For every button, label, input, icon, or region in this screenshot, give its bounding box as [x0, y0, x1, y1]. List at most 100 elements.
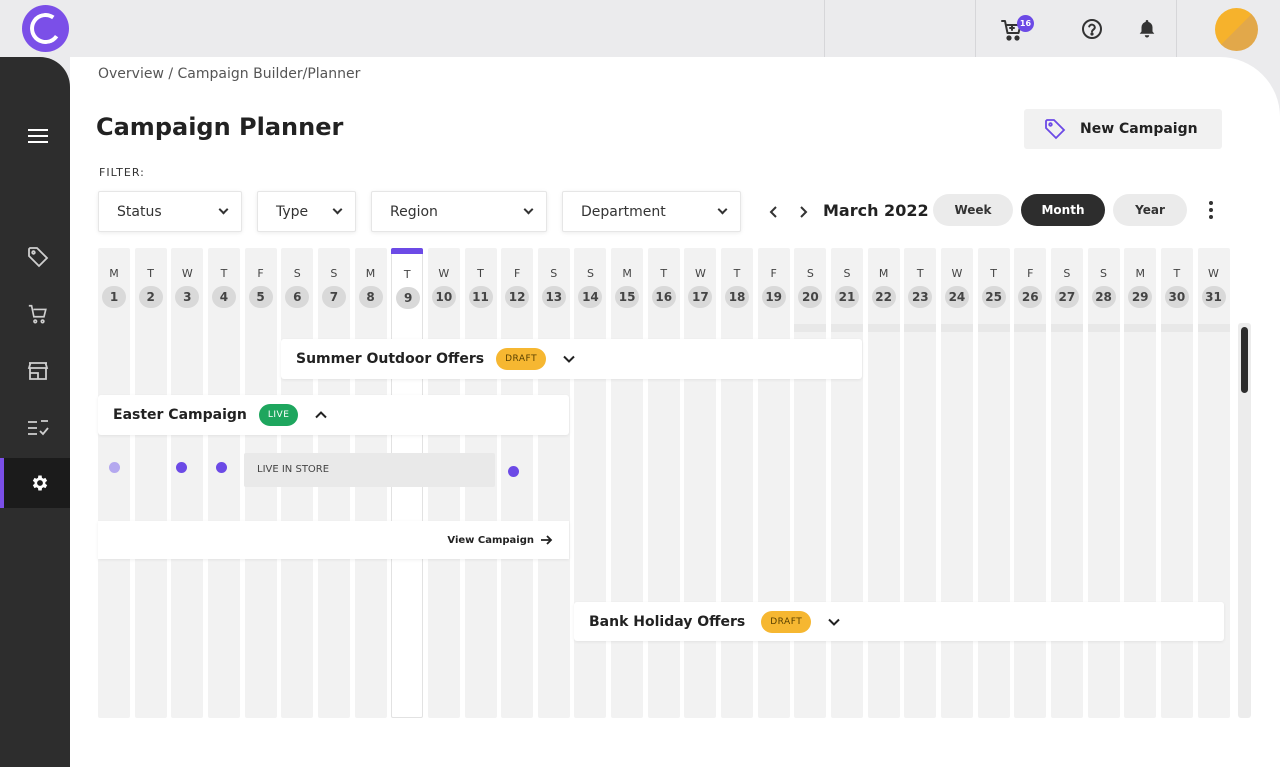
day-number: 2	[138, 286, 163, 308]
day-column[interactable]: T 30	[1160, 248, 1193, 718]
sidebar-item-store-icon[interactable]	[0, 346, 75, 396]
day-number: 17	[688, 286, 713, 308]
easter-campaign-footer: View Campaign	[98, 521, 569, 559]
sidebar-item-settings-gear-icon[interactable]	[0, 458, 75, 508]
day-column[interactable]: M 29	[1124, 248, 1157, 718]
day-number: 21	[835, 286, 859, 308]
department-filter-dropdown[interactable]: Department	[562, 191, 741, 232]
day-of-week-label: S	[1100, 267, 1108, 280]
campaign-easter[interactable]: Easter Campaign LIVE	[98, 395, 569, 435]
sidebar-item-cart-icon[interactable]	[0, 289, 75, 339]
day-column[interactable]: S 21	[831, 248, 863, 718]
day-of-week-label: F	[1027, 267, 1034, 280]
day-of-week-label: S	[586, 267, 594, 280]
day-number: 29	[1128, 286, 1153, 308]
day-of-week-label: M	[878, 267, 889, 280]
campaign-title: Bank Holiday Offers	[589, 613, 746, 630]
event-dot[interactable]	[176, 462, 187, 473]
divider	[1176, 0, 1177, 57]
event-dot[interactable]	[216, 462, 227, 473]
day-column[interactable]: S 27	[1050, 248, 1083, 718]
day-of-week-label: S	[550, 267, 558, 280]
menu-hamburger-icon[interactable]	[0, 111, 75, 161]
more-options-kebab-icon[interactable]	[1205, 200, 1217, 220]
day-separator	[867, 324, 900, 332]
calendar-scrollbar[interactable]	[1238, 323, 1251, 718]
previous-month-chevron-left-icon[interactable]	[769, 203, 779, 218]
day-of-week-label: W	[951, 267, 963, 280]
live-in-store-event-bar[interactable]: LIVE IN STORE	[244, 453, 495, 487]
next-month-chevron-right-icon[interactable]	[798, 203, 808, 218]
day-number: 4	[211, 286, 236, 308]
type-filter-dropdown[interactable]: Type	[257, 191, 356, 232]
view-campaign-link[interactable]: View Campaign	[447, 534, 553, 546]
day-of-week-label: M	[1135, 267, 1145, 280]
chevron-down-icon[interactable]	[827, 615, 841, 629]
chevron-up-icon[interactable]	[314, 408, 328, 422]
day-column[interactable]: F 26	[1014, 248, 1047, 718]
day-column[interactable]: S 14	[574, 248, 607, 718]
day-number: 22	[871, 286, 896, 308]
chevron-down-icon[interactable]	[562, 352, 576, 366]
region-filter-value: Region	[390, 203, 438, 220]
event-dot[interactable]	[508, 466, 519, 477]
day-of-week-label: M	[365, 267, 376, 280]
day-column[interactable]: T 16	[647, 248, 680, 718]
day-separator	[831, 324, 863, 332]
day-column[interactable]: M1	[98, 248, 130, 718]
day-of-week-label: T	[1173, 267, 1181, 280]
notification-bell-icon[interactable]	[1138, 19, 1156, 39]
day-column[interactable]: F 12	[501, 248, 534, 718]
app-logo[interactable]	[22, 5, 69, 52]
day-column[interactable]: T2	[134, 248, 167, 718]
day-column[interactable]: W 31	[1197, 248, 1230, 718]
new-campaign-button[interactable]: New Campaign	[1024, 109, 1222, 149]
day-column[interactable]: S 13	[537, 248, 570, 718]
day-column[interactable]: T 23	[904, 248, 937, 718]
event-dot[interactable]	[109, 462, 120, 473]
scrollbar-thumb[interactable]	[1241, 327, 1248, 393]
day-column[interactable]: M 22	[867, 248, 900, 718]
day-column[interactable]: S 28	[1087, 248, 1120, 718]
view-campaign-label: View Campaign	[447, 534, 534, 546]
sidebar-item-checklist-icon[interactable]	[0, 402, 75, 452]
campaign-summer-outdoor-offers[interactable]: Summer Outdoor Offers DRAFT	[281, 339, 862, 379]
day-of-week-label: F	[257, 267, 264, 280]
day-column[interactable]: W 24	[940, 248, 973, 718]
new-campaign-label: New Campaign	[1080, 121, 1198, 137]
day-of-week-label: T	[477, 267, 484, 280]
day-number: 1	[102, 286, 126, 308]
day-of-week-label: T	[916, 267, 924, 280]
day-column[interactable]: T 25	[977, 248, 1010, 718]
status-filter-dropdown[interactable]: Status	[98, 191, 242, 232]
divider	[824, 0, 825, 57]
breadcrumb[interactable]: Overview / Campaign Builder/Planner	[98, 66, 360, 82]
day-column[interactable]: S 20	[794, 248, 827, 718]
day-column[interactable]: M 15	[611, 248, 644, 718]
campaign-title: Summer Outdoor Offers	[296, 351, 485, 367]
day-of-week-label: T	[403, 268, 411, 281]
day-column[interactable]: T 18	[721, 248, 754, 718]
day-separator	[904, 324, 937, 332]
view-month-button[interactable]: Month	[1021, 194, 1105, 226]
day-column[interactable]: W 17	[684, 248, 717, 718]
day-separator	[1124, 324, 1157, 332]
day-number: 19	[761, 286, 786, 308]
help-icon[interactable]	[1081, 18, 1103, 40]
campaign-bank-holiday-offers[interactable]: Bank Holiday Offers DRAFT	[574, 602, 1224, 641]
day-of-week-label: S	[1063, 267, 1071, 280]
day-of-week-label: W	[438, 267, 450, 280]
day-number: 6	[285, 286, 310, 308]
day-column[interactable]: W3	[171, 248, 204, 718]
view-year-button[interactable]: Year	[1113, 194, 1187, 226]
region-filter-dropdown[interactable]: Region	[371, 191, 547, 232]
day-number: 20	[798, 286, 823, 308]
day-column[interactable]: T4	[207, 248, 240, 718]
user-avatar[interactable]	[1215, 8, 1258, 51]
sidebar-item-offers-tag-icon[interactable]	[0, 232, 75, 282]
day-number: 27	[1054, 286, 1079, 308]
day-column[interactable]: F 19	[757, 248, 790, 718]
arrow-right-icon	[541, 535, 553, 545]
day-of-week-label: M	[622, 267, 632, 280]
view-week-button[interactable]: Week	[933, 194, 1013, 226]
